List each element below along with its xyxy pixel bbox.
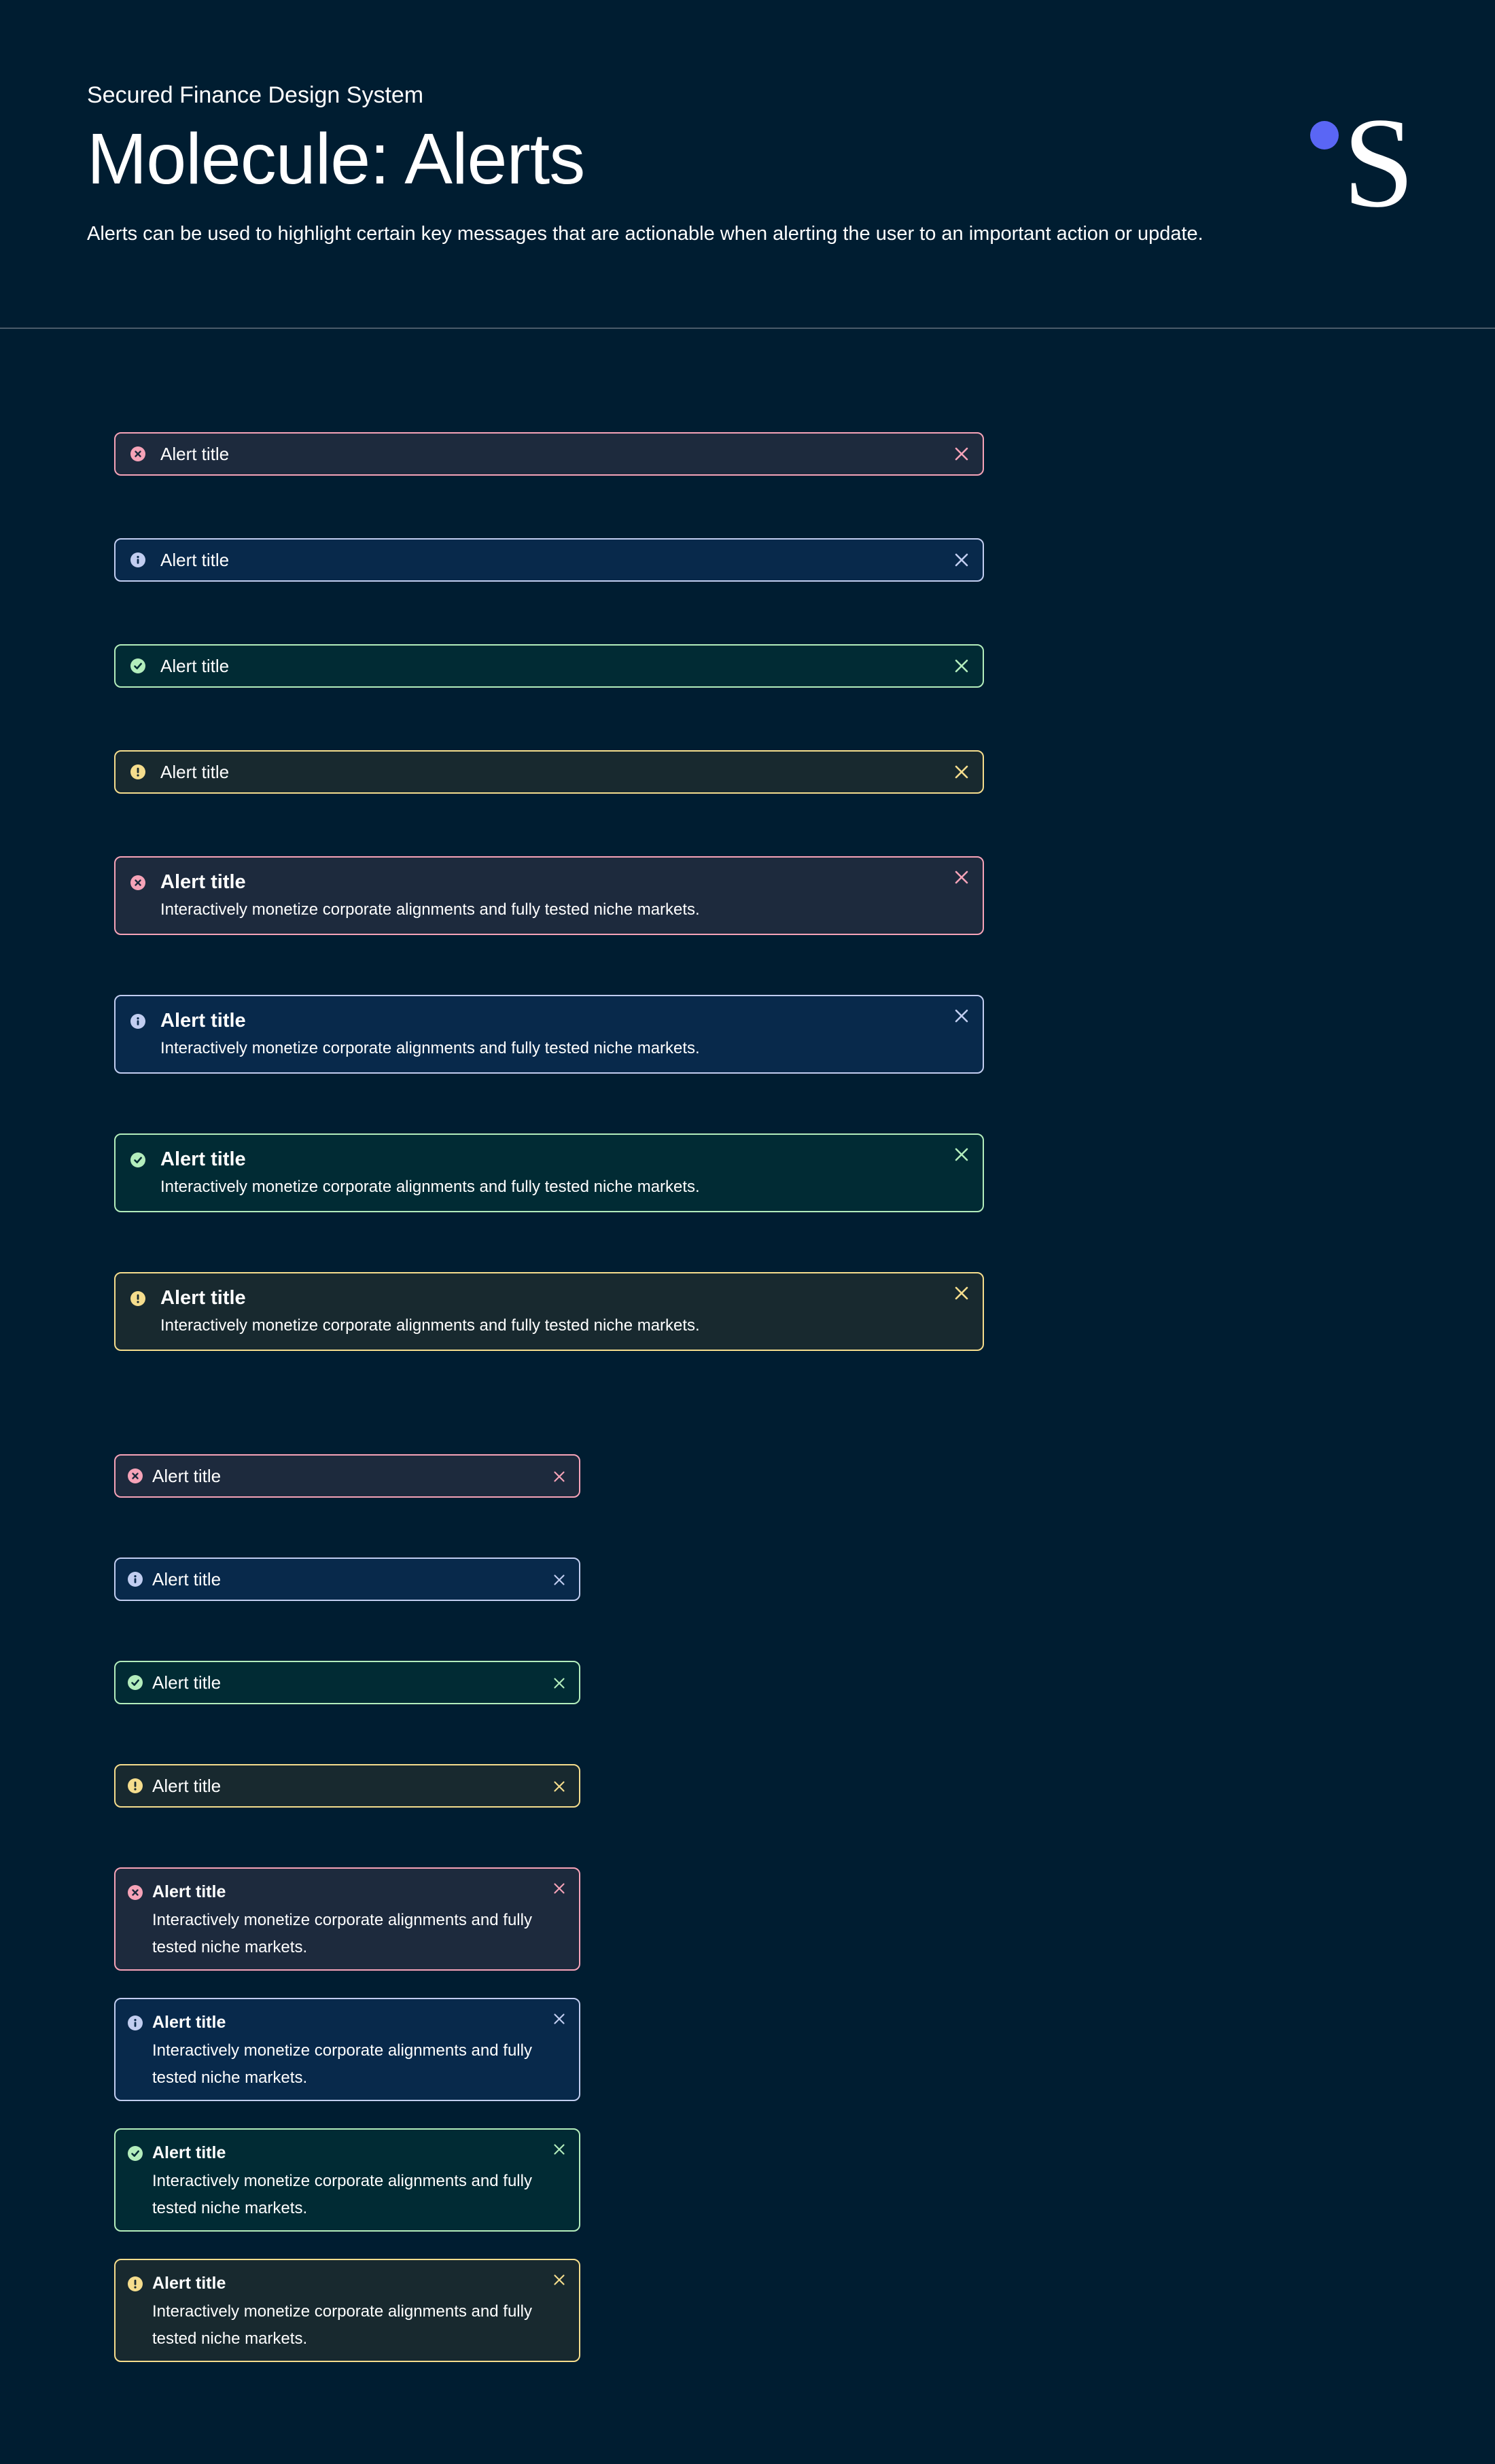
check-circle-icon: [128, 1675, 143, 1690]
alert-info-small-expanded: Alert title Interactively monetize corpo…: [114, 1998, 580, 2101]
close-icon[interactable]: [553, 1574, 565, 1586]
close-icon[interactable]: [954, 1286, 969, 1301]
exclamation-circle-icon: [130, 1291, 145, 1306]
alert-title: Alert title: [152, 1672, 222, 1693]
alert-title: Alert title: [152, 1466, 222, 1486]
close-icon[interactable]: [553, 1677, 565, 1689]
design-system-name: Secured Finance Design System: [87, 82, 424, 108]
x-circle-icon: [130, 446, 145, 461]
check-circle-icon: [130, 1152, 145, 1167]
exclamation-circle-icon: [128, 2276, 143, 2291]
x-circle-icon: [128, 1468, 143, 1483]
close-icon[interactable]: [553, 1780, 565, 1793]
alert-message: Interactively monetize corporate alignme…: [160, 1039, 700, 1057]
alert-title: Alert title: [160, 1148, 246, 1170]
alert-title: Alert title: [152, 1569, 222, 1589]
alert-message: Interactively monetize corporate alignme…: [152, 2302, 532, 2348]
close-icon[interactable]: [954, 764, 969, 779]
alert-message: Interactively monetize corporate alignme…: [152, 1911, 532, 1956]
alert-warning-large-expanded: Alert title Interactively monetize corpo…: [114, 1272, 984, 1351]
alert-success-large-expanded: Alert title Interactively monetize corpo…: [114, 1133, 984, 1212]
close-icon[interactable]: [954, 1147, 969, 1162]
alert-title: Alert title: [152, 1776, 222, 1796]
logo-letter: S: [1343, 92, 1415, 234]
alert-message: Interactively monetize corporate alignme…: [160, 900, 700, 919]
alert-title: Alert title: [160, 444, 230, 464]
close-icon[interactable]: [553, 2143, 565, 2155]
alert-warning-small-expanded: Alert title Interactively monetize corpo…: [114, 2259, 580, 2362]
page-title: Molecule: Alerts: [87, 119, 585, 199]
close-icon[interactable]: [954, 552, 969, 567]
alert-message: Interactively monetize corporate alignme…: [152, 2172, 532, 2217]
exclamation-circle-icon: [128, 1778, 143, 1793]
alert-success-small-expanded: Alert title Interactively monetize corpo…: [114, 2128, 580, 2232]
alert-title: Alert title: [152, 2274, 226, 2293]
info-circle-icon: [130, 552, 145, 567]
close-icon[interactable]: [553, 2013, 565, 2025]
alert-title: Alert title: [160, 762, 230, 782]
alert-info-large-expanded: Alert title Interactively monetize corpo…: [114, 995, 984, 1074]
alert-error-large-compact: Alert title: [114, 432, 984, 476]
page-description: Alerts can be used to highlight certain …: [87, 223, 1203, 245]
alert-title: Alert title: [152, 1882, 226, 1901]
info-circle-icon: [130, 1014, 145, 1029]
alert-message: Interactively monetize corporate alignme…: [152, 2041, 532, 2087]
logo-dot: [1310, 121, 1339, 149]
brand-logo: S: [1305, 99, 1415, 228]
info-circle-icon: [128, 2016, 143, 2030]
close-icon[interactable]: [954, 446, 969, 461]
alert-error-large-expanded: Alert title Interactively monetize corpo…: [114, 856, 984, 935]
close-icon[interactable]: [553, 2274, 565, 2286]
alert-title: Alert title: [152, 2013, 226, 2032]
alert-info-large-compact: Alert title: [114, 538, 984, 582]
x-circle-icon: [130, 875, 145, 890]
close-icon[interactable]: [954, 870, 969, 885]
check-circle-icon: [128, 2146, 143, 2161]
alert-title: Alert title: [152, 2143, 226, 2162]
alert-success-small-compact: Alert title: [114, 1661, 580, 1704]
alert-info-small-compact: Alert title: [114, 1557, 580, 1601]
alert-message: Interactively monetize corporate alignme…: [160, 1178, 700, 1196]
exclamation-circle-icon: [130, 764, 145, 779]
close-icon[interactable]: [954, 1008, 969, 1023]
alert-error-small-compact: Alert title: [114, 1454, 580, 1498]
alert-title: Alert title: [160, 871, 246, 893]
close-icon[interactable]: [553, 1882, 565, 1895]
close-icon[interactable]: [954, 658, 969, 673]
page-header: Secured Finance Design System Molecule: …: [0, 0, 1495, 329]
alert-error-small-expanded: Alert title Interactively monetize corpo…: [114, 1867, 580, 1971]
alert-warning-large-compact: Alert title: [114, 750, 984, 794]
alert-message: Interactively monetize corporate alignme…: [160, 1316, 700, 1335]
alert-title: Alert title: [160, 656, 230, 676]
alert-warning-small-compact: Alert title: [114, 1764, 580, 1808]
info-circle-icon: [128, 1572, 143, 1587]
alert-title: Alert title: [160, 1287, 246, 1309]
close-icon[interactable]: [553, 1471, 565, 1483]
check-circle-icon: [130, 658, 145, 673]
alert-title: Alert title: [160, 1010, 246, 1032]
x-circle-icon: [128, 1885, 143, 1900]
alert-title: Alert title: [160, 550, 230, 570]
alert-success-large-compact: Alert title: [114, 644, 984, 688]
